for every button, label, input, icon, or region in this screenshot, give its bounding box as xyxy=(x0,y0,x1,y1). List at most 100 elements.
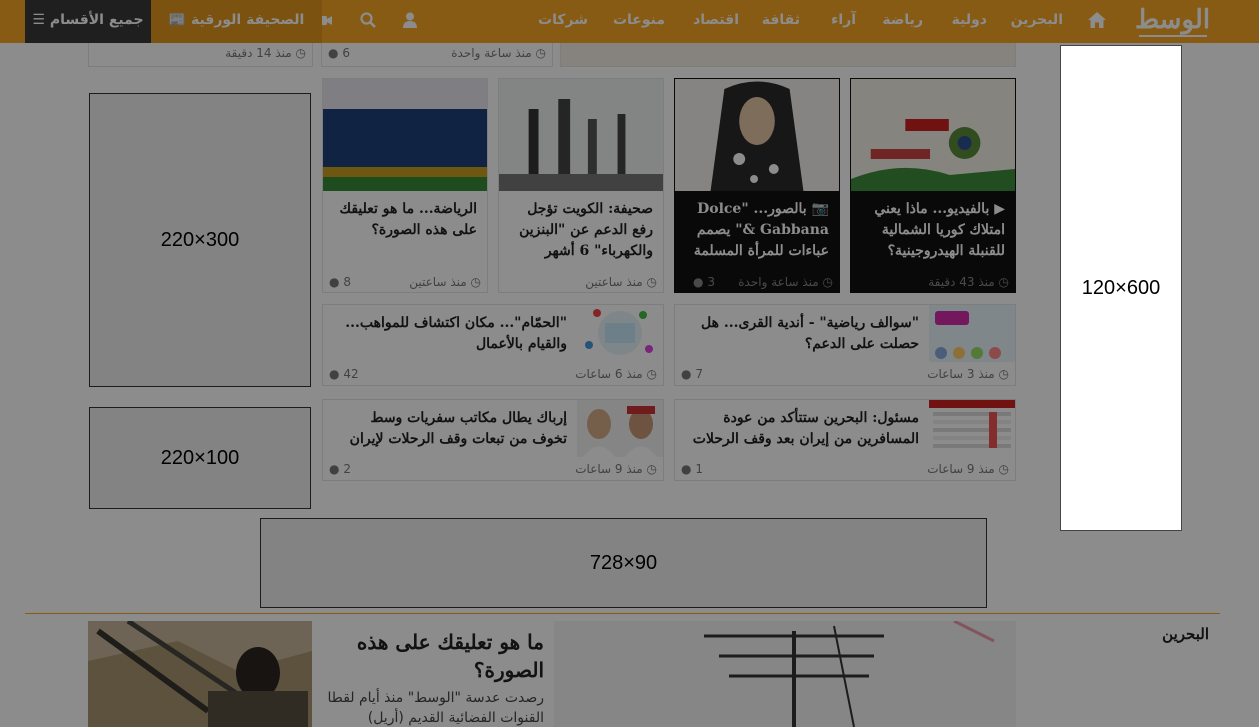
nav-link-opinions[interactable]: آراء xyxy=(831,0,856,43)
row-title[interactable]: مسئول: البحرين ستتأكد من عودة المسافرين … xyxy=(685,408,919,450)
card-image xyxy=(851,79,1015,191)
feature-title[interactable]: ما هو تعليقك على هذه الصورة؟ xyxy=(322,628,544,684)
menu-icon: ☰ xyxy=(32,12,45,28)
row-time: منذ 9 ساعات xyxy=(575,462,643,476)
clock-icon: ◷ xyxy=(822,275,833,289)
news-card[interactable]: الرياضة... ما هو تعليقك على هذه الصورة؟ … xyxy=(322,78,488,293)
card-title[interactable]: صحيفة: الكويت تؤجل رفع الدعم عن "البنزين… xyxy=(509,199,653,262)
news-row[interactable]: "سوالف رياضية" - أندية القرى... هل حصلت … xyxy=(674,304,1016,386)
card-title[interactable]: 📷 بالصور... "Dolce & Gabbana" يصمم عباءا… xyxy=(685,199,829,262)
row-time: منذ 9 ساعات xyxy=(927,462,995,476)
nav-link-misc[interactable]: منوعات xyxy=(613,0,665,43)
card-time: منذ 43 دقيقة xyxy=(928,275,995,289)
video-icon: ▶ xyxy=(994,201,1005,217)
card-time: منذ ساعتين xyxy=(409,275,467,289)
comment-count: 3 ● xyxy=(693,275,715,289)
ad-slot-220x300[interactable]: 220×300 xyxy=(89,93,311,387)
nav-link-bahrain[interactable]: البحرين xyxy=(1011,0,1063,43)
row-image xyxy=(577,400,663,457)
row-title[interactable]: إرباك يطال مكاتب سفريات وسط تخوف من تبعا… xyxy=(333,408,567,450)
card-time: منذ ساعة واحدة xyxy=(738,275,819,289)
nav-link-economy[interactable]: اقتصاد xyxy=(693,0,739,43)
row-meta: ◷ منذ 6 ساعات 42 ● xyxy=(329,367,657,381)
row-image xyxy=(929,400,1015,457)
card-meta: ◷ منذ ساعة واحدة 6 ● xyxy=(328,46,546,60)
all-sections-label: جميع الأقسام xyxy=(49,12,144,28)
ad-slot-220x100[interactable]: 220×100 xyxy=(89,407,311,509)
comment-icon: ● xyxy=(328,46,339,60)
comment-count: 6 ● xyxy=(328,46,350,60)
card-meta: ◷ منذ 14 دقيقة xyxy=(95,46,306,60)
row-image xyxy=(577,305,663,362)
camera-icon: 📷 xyxy=(811,201,829,217)
card-meta: ◷ منذ ساعتين xyxy=(505,275,657,289)
clock-icon: ◷ xyxy=(646,275,657,289)
print-edition-label: الصحيفة الورقية xyxy=(190,12,305,28)
section-divider xyxy=(25,613,1220,614)
newspaper-icon: 📰 xyxy=(168,12,187,28)
nav-link-culture[interactable]: ثقافة xyxy=(762,0,800,43)
row-title[interactable]: "سوالف رياضية" - أندية القرى... هل حصلت … xyxy=(685,313,919,355)
card-title[interactable]: ▶ بالفيديو... ماذا يعني امتلاك كوريا الش… xyxy=(861,199,1005,262)
nav-link-sports[interactable]: رياضة xyxy=(882,0,923,43)
top-navigation: الوسط البحرين دولية رياضة آراء ثقافة اقت… xyxy=(0,0,1259,43)
card-title[interactable]: الرياضة... ما هو تعليقك على هذه الصورة؟ xyxy=(333,199,477,241)
nav-link-companies[interactable]: شركات xyxy=(538,0,588,43)
search-icon[interactable] xyxy=(359,11,377,29)
comment-icon: ● xyxy=(693,275,704,289)
comment-count: 1 ● xyxy=(681,462,703,476)
row-title[interactable]: "الحمّام"... مكان اكتشاف للمواهب... والق… xyxy=(333,313,567,355)
comment-count: 2 ● xyxy=(329,462,351,476)
card-meta: ◷ منذ ساعة واحدة 3 ● xyxy=(681,275,833,289)
card-image xyxy=(499,79,663,191)
section-heading[interactable]: البحرين xyxy=(1162,625,1209,643)
comment-icon: ● xyxy=(329,275,340,289)
all-sections-button[interactable]: ☰ جميع الأقسام xyxy=(25,0,151,43)
clock-icon: ◷ xyxy=(535,46,546,60)
feature-image[interactable] xyxy=(88,621,312,727)
card-time: منذ ساعتين xyxy=(585,275,643,289)
card-image xyxy=(323,79,487,191)
card-meta: ◷ منذ ساعتين 8 ● xyxy=(329,275,481,289)
page: الوسط البحرين دولية رياضة آراء ثقافة اقت… xyxy=(0,0,1259,727)
row-meta: ◷ منذ 3 ساعات 7 ● xyxy=(681,367,1009,381)
comment-icon: ● xyxy=(329,367,340,381)
ad-slot-120x600[interactable]: 120×600 xyxy=(1060,45,1182,531)
news-row[interactable]: إرباك يطال مكاتب سفريات وسط تخوف من تبعا… xyxy=(322,399,664,481)
feature-image[interactable] xyxy=(554,621,1016,727)
row-meta: ◷ منذ 9 ساعات 2 ● xyxy=(329,462,657,476)
news-card[interactable]: 📷 بالصور... "Dolce & Gabbana" يصمم عباءا… xyxy=(674,78,840,293)
clock-icon: ◷ xyxy=(998,275,1009,289)
news-row[interactable]: مسئول: البحرين ستتأكد من عودة المسافرين … xyxy=(674,399,1016,481)
row-time: منذ 3 ساعات xyxy=(927,367,995,381)
clock-icon: ◷ xyxy=(998,367,1009,381)
row-image xyxy=(929,305,1015,362)
news-row[interactable]: "الحمّام"... مكان اكتشاف للمواهب... والق… xyxy=(322,304,664,386)
clock-icon: ◷ xyxy=(295,46,306,60)
nav-link-international[interactable]: دولية xyxy=(952,0,987,43)
clock-icon: ◷ xyxy=(646,367,657,381)
row-time: منذ 6 ساعات xyxy=(575,367,643,381)
news-card[interactable]: ▶ بالفيديو... ماذا يعني امتلاك كوريا الش… xyxy=(850,78,1016,293)
row-meta: ◷ منذ 9 ساعات 1 ● xyxy=(681,462,1009,476)
user-icon[interactable] xyxy=(401,11,419,29)
comment-count: 42 ● xyxy=(329,367,359,381)
feature-description: رصدت عدسة "الوسط" منذ أيام لقطا القنوات … xyxy=(327,690,544,726)
home-icon[interactable] xyxy=(1087,11,1107,29)
card-image xyxy=(675,79,839,191)
news-card[interactable]: صحيفة: الكويت تؤجل رفع الدعم عن "البنزين… xyxy=(498,78,664,293)
card-time: منذ 14 دقيقة xyxy=(225,46,292,60)
comment-icon: ● xyxy=(329,462,340,476)
ad-slot-728x90[interactable]: 728×90 xyxy=(260,518,987,608)
comment-count: 7 ● xyxy=(681,367,703,381)
card-time: منذ ساعة واحدة xyxy=(451,46,532,60)
clock-icon: ◷ xyxy=(646,462,657,476)
comment-icon: ● xyxy=(681,367,692,381)
clock-icon: ◷ xyxy=(470,275,481,289)
card-meta: ◷ منذ 43 دقيقة xyxy=(857,275,1009,289)
clock-icon: ◷ xyxy=(998,462,1009,476)
comment-count: 8 ● xyxy=(329,275,351,289)
site-logo[interactable]: الوسط xyxy=(1135,5,1210,39)
comment-icon: ● xyxy=(681,462,692,476)
print-edition-button[interactable]: 📰 الصحيفة الورقية xyxy=(151,0,322,43)
